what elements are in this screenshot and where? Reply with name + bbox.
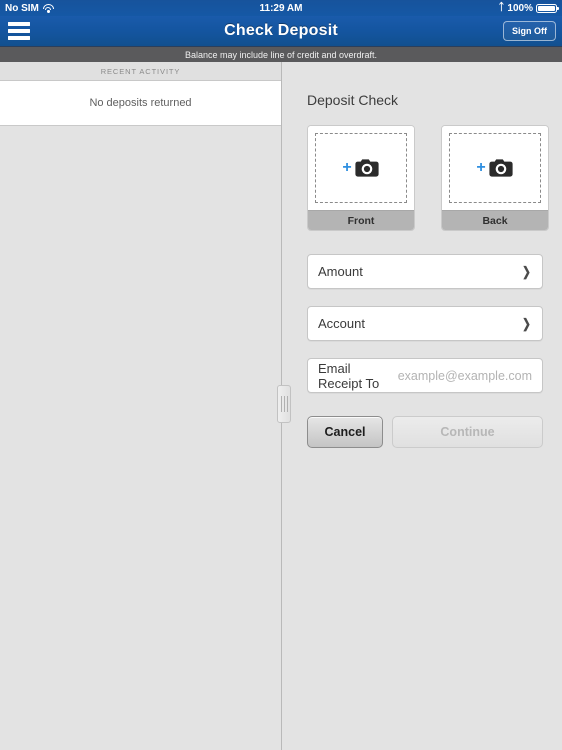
bluetooth-icon: ᛏ xyxy=(498,2,505,13)
recent-activity-empty-state: No deposits returned xyxy=(0,81,281,126)
status-bar: No SIM 11:29 AM ᛏ 100% xyxy=(0,0,562,16)
balance-disclaimer-banner: Balance may include line of credit and o… xyxy=(0,46,562,62)
page-title: Check Deposit xyxy=(224,22,338,39)
capture-card-back-preview: + xyxy=(442,126,548,210)
capture-card-back-label: Back xyxy=(442,210,548,230)
recent-activity-panel: RECENT ACTIVITY No deposits returned xyxy=(0,62,282,750)
capture-cards-row: + Front + Back xyxy=(307,125,562,231)
plus-icon: + xyxy=(476,158,486,176)
carrier-label: No SIM xyxy=(5,2,39,14)
deposit-check-panel: Deposit Check + Front + Back Amount ❯ Ac… xyxy=(283,62,562,750)
split-view-drag-handle[interactable] xyxy=(277,385,291,423)
sign-off-button[interactable]: Sign Off xyxy=(503,21,556,41)
chevron-right-icon: ❯ xyxy=(522,263,531,279)
section-title: Deposit Check xyxy=(307,92,399,108)
email-receipt-label: Email Receipt To xyxy=(318,360,380,391)
capture-card-back[interactable]: + Back xyxy=(441,125,549,231)
account-field-row[interactable]: Account ❯ xyxy=(307,306,543,341)
status-bar-right: ᛏ 100% xyxy=(498,2,559,14)
status-bar-left: No SIM xyxy=(5,3,54,14)
capture-card-front[interactable]: + Front xyxy=(307,125,415,231)
camera-icon xyxy=(489,159,513,177)
chevron-right-icon: ❯ xyxy=(522,315,531,331)
battery-percent-label: 100% xyxy=(507,2,533,14)
app-root: No SIM 11:29 AM ᛏ 100% Check Deposit Sig… xyxy=(0,0,562,750)
continue-button[interactable]: Continue xyxy=(392,416,543,448)
camera-icon xyxy=(355,159,379,177)
recent-activity-header: RECENT ACTIVITY xyxy=(0,62,281,81)
wifi-icon xyxy=(42,4,54,13)
action-buttons-row: Cancel Continue xyxy=(307,416,543,448)
battery-icon xyxy=(536,3,559,13)
dashed-capture-area: + xyxy=(449,133,541,203)
capture-card-front-preview: + xyxy=(308,126,414,210)
status-bar-clock: 11:29 AM xyxy=(259,2,303,14)
amount-field-row[interactable]: Amount ❯ xyxy=(307,254,543,289)
dashed-capture-area: + xyxy=(315,133,407,203)
email-receipt-row[interactable]: Email Receipt To example@example.com xyxy=(307,358,543,393)
hamburger-menu-icon[interactable] xyxy=(8,22,30,40)
capture-card-front-label: Front xyxy=(308,210,414,230)
email-receipt-input[interactable]: example@example.com xyxy=(398,369,532,383)
amount-field-label: Amount xyxy=(318,264,363,279)
cancel-button[interactable]: Cancel xyxy=(307,416,383,448)
navigation-bar: Check Deposit Sign Off xyxy=(0,16,562,46)
plus-icon: + xyxy=(342,158,352,176)
account-field-label: Account xyxy=(318,316,365,331)
